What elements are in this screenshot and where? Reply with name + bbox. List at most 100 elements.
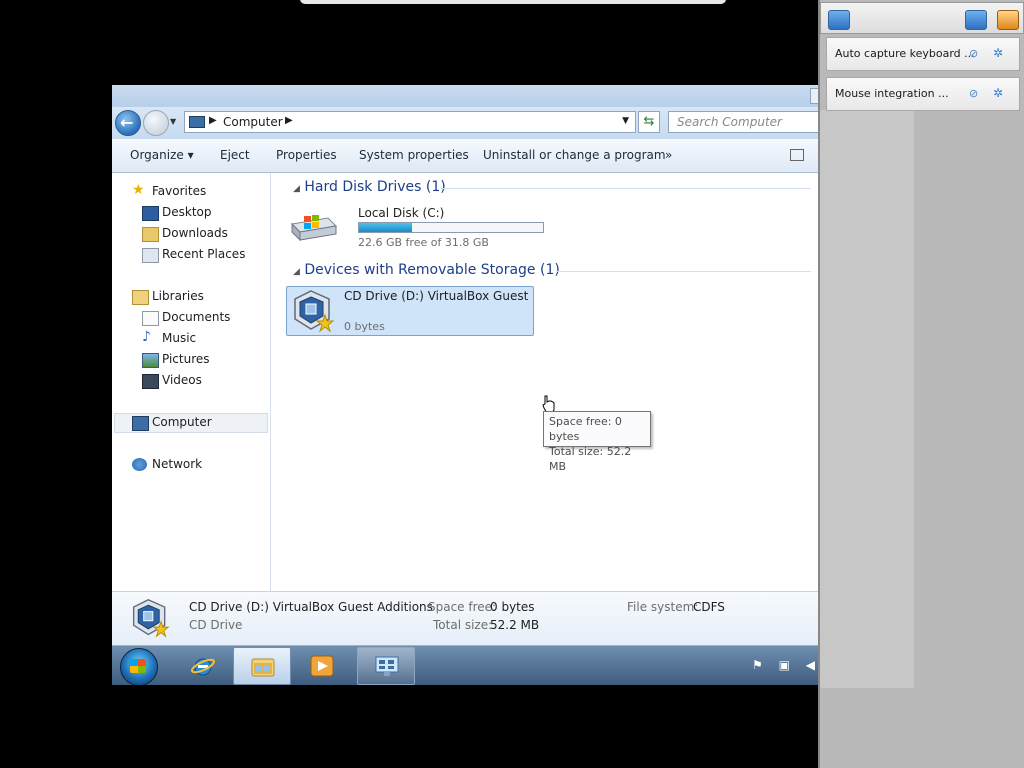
computer-icon: [189, 116, 205, 128]
title-bar[interactable]: [112, 85, 818, 107]
details-view-icon[interactable]: [965, 10, 987, 30]
downloads-folder-icon: [142, 227, 159, 242]
details-file-system-value: CDFS: [693, 600, 725, 614]
hard-drive-icon: [290, 215, 338, 242]
drive-usage-fill: [359, 223, 413, 232]
documents-icon: [142, 311, 159, 326]
group-title: Devices with Removable Storage (1): [304, 262, 560, 278]
media-player-icon: [310, 655, 334, 677]
group-header-hard-disk-drives[interactable]: ◢ Hard Disk Drives (1): [293, 179, 446, 195]
navigation-pane: ★ Favorites Desktop Downloads Recent Pla…: [112, 173, 271, 591]
window-top-edge: [300, 0, 726, 4]
breadcrumb-chevron-icon[interactable]: ▶: [285, 115, 293, 126]
help-message-icon[interactable]: [828, 10, 850, 30]
computer-icon: [132, 416, 149, 431]
system-properties-button[interactable]: System properties: [359, 148, 469, 162]
group-divider: [556, 271, 811, 272]
group-divider: [441, 188, 811, 189]
settings-icon[interactable]: ✲: [993, 46, 1003, 60]
nav-label: Pictures: [162, 352, 210, 366]
vbox-auto-capture-keyboard[interactable]: Auto capture keyboard ... ⊘ ✲: [826, 37, 1020, 71]
eject-button[interactable]: Eject: [220, 148, 250, 162]
drive-size: 0 bytes: [344, 320, 385, 333]
tooltip-total-size: Total size: 52.2 MB: [549, 445, 632, 473]
content-pane: ◢ Hard Disk Drives (1) Local Disk (C:) 2…: [271, 173, 818, 591]
more-commands-button[interactable]: »: [665, 148, 672, 162]
address-row: ← ▼ ▶ Computer ▶ ▼ ⇆ Search Computer: [112, 107, 818, 139]
group-header-removable-storage[interactable]: ◢ Devices with Removable Storage (1): [293, 262, 560, 278]
nav-label: Desktop: [162, 205, 212, 219]
virtualbox-side-panel: Auto capture keyboard ... ⊘ ✲ Mouse inte…: [818, 0, 1024, 768]
address-dropdown-icon[interactable]: ▼: [622, 116, 629, 126]
breadcrumb-computer[interactable]: Computer: [223, 115, 283, 129]
drive-name: Local Disk (C:): [358, 206, 445, 220]
videos-icon: [142, 374, 159, 389]
drive-local-disk-c[interactable]: Local Disk (C:) 22.6 GB free of 31.8 GB: [286, 206, 546, 254]
drive-free-space: 22.6 GB free of 31.8 GB: [358, 236, 489, 249]
unpin-icon[interactable]: ⊘: [969, 47, 978, 60]
address-bar[interactable]: ▶ Computer ▶ ▼: [184, 111, 636, 133]
vbox-toolbar: [820, 2, 1024, 34]
taskbar: ⚑ ▣ ◀: [112, 645, 818, 685]
row-label: Mouse integration ...: [835, 87, 949, 100]
collapse-arrow-icon[interactable]: ◢: [293, 184, 300, 194]
row-label: Auto capture keyboard ...: [835, 47, 975, 60]
taskbar-windows-explorer[interactable]: [233, 647, 291, 685]
details-file-system-label: File system:: [627, 600, 699, 614]
network-icon: [132, 458, 147, 471]
virtualbox-cd-icon: [294, 290, 335, 333]
tooltip-space-free: Space free: 0 bytes: [549, 415, 622, 443]
details-total-size-value: 52.2 MB: [490, 618, 540, 632]
forward-button[interactable]: [143, 110, 169, 136]
change-view-icon[interactable]: [790, 149, 804, 161]
system-tray-icons[interactable]: ⚑ ▣ ◀: [752, 658, 818, 672]
nav-label: Downloads: [162, 226, 228, 240]
breadcrumb-separator-icon[interactable]: ▶: [209, 115, 217, 126]
nav-label: Videos: [162, 373, 202, 387]
details-item-name: CD Drive (D:) VirtualBox Guest Additions: [189, 600, 433, 614]
drive-cd-d-virtualbox[interactable]: CD Drive (D:) VirtualBox Guest Additions…: [286, 286, 534, 336]
music-icon: ♪: [142, 329, 151, 345]
details-space-free-label: Space free:: [428, 600, 497, 614]
libraries-icon: [132, 290, 149, 305]
nav-label: Recent Places: [162, 247, 246, 261]
nav-label: Network: [152, 457, 203, 471]
nav-label: Favorites: [152, 184, 207, 198]
taskbar-media-player[interactable]: [293, 647, 351, 685]
collapse-arrow-icon[interactable]: ◢: [293, 267, 300, 277]
explorer-window: ← ▼ ▶ Computer ▶ ▼ ⇆ Search Computer Org…: [112, 85, 818, 685]
folder-icon: [251, 658, 275, 677]
recent-pages-dropdown[interactable]: ▼: [170, 117, 176, 126]
settings-icon[interactable]: ✲: [993, 86, 1003, 100]
maximize-button[interactable]: [810, 88, 818, 104]
details-total-size-label: Total size:: [433, 618, 493, 632]
back-button[interactable]: ←: [115, 110, 141, 136]
nav-label: Documents: [162, 310, 231, 324]
nav-label: Libraries: [152, 289, 204, 303]
desktop-icon: [142, 206, 159, 221]
vbox-mouse-integration[interactable]: Mouse integration ... ⊘ ✲: [826, 77, 1020, 111]
nav-label: Computer: [152, 415, 212, 429]
details-pane: CD Drive (D:) VirtualBox Guest Additions…: [112, 591, 818, 646]
unpin-icon[interactable]: ⊘: [969, 87, 978, 100]
windows-logo-icon: [130, 659, 146, 673]
drive-name: CD Drive (D:) VirtualBox Guest Additions: [344, 289, 529, 303]
close-panel-icon[interactable]: [997, 10, 1019, 30]
start-button[interactable]: [120, 648, 158, 685]
details-space-free-value: 0 bytes: [490, 600, 535, 614]
properties-button[interactable]: Properties: [276, 148, 337, 162]
taskbar-virtualbox-display[interactable]: [357, 647, 415, 685]
virtualbox-cd-icon: [132, 598, 170, 638]
details-item-type: CD Drive: [189, 618, 243, 632]
group-title: Hard Disk Drives (1): [304, 179, 446, 195]
command-bar: Organize ▾ Eject Properties System prope…: [112, 139, 818, 173]
search-input[interactable]: Search Computer: [668, 111, 818, 133]
refresh-button[interactable]: ⇆: [638, 111, 660, 133]
taskbar-internet-explorer[interactable]: [174, 647, 232, 685]
display-settings-icon: [375, 656, 399, 676]
recent-places-icon: [142, 248, 159, 263]
back-arrow-icon: ←: [120, 113, 134, 132]
uninstall-program-button[interactable]: Uninstall or change a program: [483, 148, 666, 162]
panel-shadow: [820, 110, 914, 688]
organize-button[interactable]: Organize ▾: [130, 148, 194, 162]
